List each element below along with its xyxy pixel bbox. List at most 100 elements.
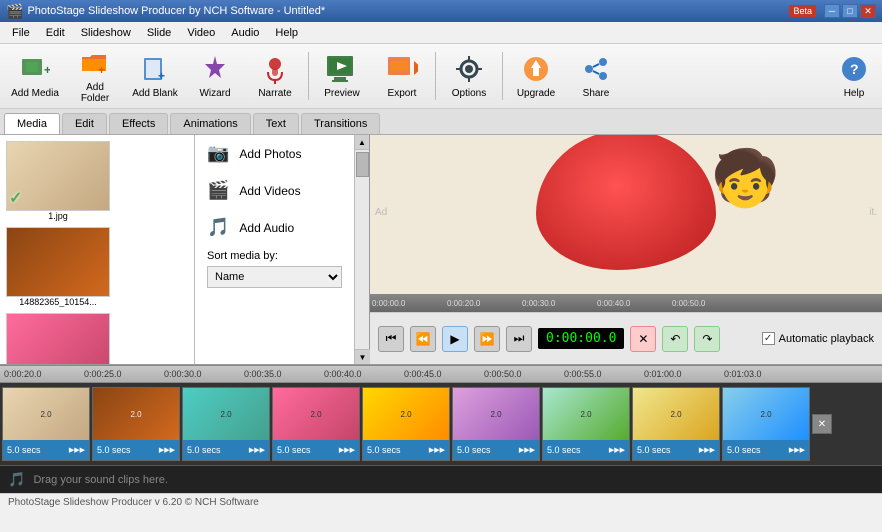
tab-text[interactable]: Text	[253, 113, 299, 134]
narrate-button[interactable]: Narrate	[246, 48, 304, 104]
redo-button[interactable]: ↷	[694, 326, 720, 352]
tab-media[interactable]: Media	[4, 113, 60, 134]
status-bar: PhotoStage Slideshow Producer v 6.20 © N…	[0, 493, 882, 511]
skip-start-button[interactable]: ⏮	[378, 326, 404, 352]
audio-drop-label: Drag your sound clips here.	[33, 474, 168, 486]
share-button[interactable]: Share	[567, 48, 625, 104]
menu-file[interactable]: File	[4, 24, 38, 42]
media-item-label: 14882365_10154...	[6, 297, 110, 307]
maximize-button[interactable]: □	[842, 4, 858, 18]
panel-scroll-up-btn[interactable]: ▲	[354, 135, 369, 150]
auto-playback-checkbox[interactable]	[762, 332, 775, 345]
media-item[interactable]: ✓ 1.jpg	[4, 139, 112, 223]
rewind-button[interactable]: ⏪	[410, 326, 436, 352]
clip-info-bar: 5.0 secs ▶▶▶	[543, 440, 629, 460]
clip-duration: 5.0 secs	[97, 445, 131, 455]
preview-icon	[326, 53, 358, 85]
add-videos-button[interactable]: 🎬 Add Videos	[195, 172, 354, 209]
tab-animations[interactable]: Animations	[170, 113, 250, 134]
scrollbar-thumb[interactable]	[356, 152, 369, 177]
sort-select[interactable]: Name Date Size Type	[207, 266, 342, 288]
toolbar-separator-1	[308, 52, 309, 100]
clip-marker: ▶▶▶	[519, 446, 535, 454]
stop-button[interactable]: ✕	[630, 326, 656, 352]
clip-thumbnail: 2.0	[723, 388, 809, 440]
sort-label: Sort media by:	[195, 246, 354, 266]
preview-label: Preview	[324, 88, 360, 99]
play-button[interactable]: ▶	[442, 326, 468, 352]
tab-edit[interactable]: Edit	[62, 113, 107, 134]
fast-forward-button[interactable]: ⏩	[474, 326, 500, 352]
media-thumb	[6, 227, 110, 297]
timeline-clip[interactable]: 2.0 5.0 secs ▶▶▶	[722, 387, 810, 461]
add-media-button[interactable]: + Add Media	[6, 48, 64, 104]
timeline-track: 2.0 5.0 secs ▶▶▶ 2.0 5.0 secs ▶▶▶ 2.0 5.…	[0, 383, 882, 465]
timeline-clip[interactable]: 2.0 5.0 secs ▶▶▶	[182, 387, 270, 461]
upgrade-label: Upgrade	[517, 88, 555, 99]
preview-button[interactable]: Preview	[313, 48, 371, 104]
skip-end-button[interactable]: ⏭	[506, 326, 532, 352]
media-item[interactable]: 14882365_10154...	[4, 225, 112, 309]
add-media-icon: +	[19, 53, 51, 85]
timeline-clip[interactable]: 2.0 5.0 secs ▶▶▶	[542, 387, 630, 461]
menu-slideshow[interactable]: Slideshow	[73, 24, 139, 42]
toolbar-separator-2	[435, 52, 436, 100]
add-folder-button[interactable]: + Add Folder	[66, 48, 124, 104]
clip-marker: ▶▶▶	[69, 446, 85, 454]
beta-badge: Beta	[789, 5, 816, 17]
auto-playback-control: Automatic playback	[762, 332, 874, 345]
add-photos-button[interactable]: 📷 Add Photos	[195, 135, 354, 172]
export-button[interactable]: Export	[373, 48, 431, 104]
options-label: Options	[452, 88, 486, 99]
clip-duration: 5.0 secs	[7, 445, 41, 455]
minimize-button[interactable]: ─	[824, 4, 840, 18]
wizard-button[interactable]: Wizard	[186, 48, 244, 104]
upgrade-icon	[520, 53, 552, 85]
add-media-label: Add Media	[11, 88, 59, 99]
tab-effects[interactable]: Effects	[109, 113, 168, 134]
timeline-clip[interactable]: 2.0 5.0 secs ▶▶▶	[452, 387, 540, 461]
timeline-clip[interactable]: 2.0 5.0 secs ▶▶▶	[362, 387, 450, 461]
window-title: PhotoStage Slideshow Producer by NCH Sof…	[27, 5, 325, 17]
svg-text:?: ?	[850, 61, 859, 77]
wizard-icon	[199, 53, 231, 85]
close-button[interactable]: ✕	[860, 4, 876, 18]
undo-button[interactable]: ↶	[662, 326, 688, 352]
media-item[interactable]: IMG_20130621_01...	[4, 311, 112, 364]
add-blank-button[interactable]: + Add Blank	[126, 48, 184, 104]
clip-marker: ▶▶▶	[699, 446, 715, 454]
timeline-clip[interactable]: 2.0 5.0 secs ▶▶▶	[272, 387, 360, 461]
export-label: Export	[388, 88, 417, 99]
media-panel: ✓ 1.jpg 14882365_10154... IMG_20130621_0…	[0, 135, 370, 364]
options-icon	[453, 53, 485, 85]
panel-scroll-down-btn[interactable]: ▼	[355, 349, 370, 364]
timeline-clip[interactable]: 2.0 5.0 secs ▶▶▶	[92, 387, 180, 461]
add-audio-button[interactable]: 🎵 Add Audio	[195, 209, 354, 246]
menu-slide[interactable]: Slide	[139, 24, 179, 42]
add-audio-icon: 🎵	[207, 217, 229, 238]
app-icon: 🎬	[6, 3, 23, 20]
clip-marker: ▶▶▶	[609, 446, 625, 454]
upgrade-button[interactable]: Upgrade	[507, 48, 565, 104]
time-display: 0:00:00.0	[538, 328, 624, 349]
delete-clip-button[interactable]: ✕	[812, 414, 832, 434]
share-icon	[580, 53, 612, 85]
menu-video[interactable]: Video	[179, 24, 223, 42]
menu-edit[interactable]: Edit	[38, 24, 73, 42]
status-text: PhotoStage Slideshow Producer v 6.20 © N…	[8, 497, 259, 508]
clip-info-bar: 5.0 secs ▶▶▶	[723, 440, 809, 460]
timeline-ruler: 0:00:20.0 0:00:25.0 0:00:30.0 0:00:35.0 …	[0, 365, 882, 383]
clip-info-bar: 5.0 secs ▶▶▶	[363, 440, 449, 460]
narrate-label: Narrate	[258, 88, 291, 99]
tab-transitions[interactable]: Transitions	[301, 113, 380, 134]
timeline-clip[interactable]: 2.0 5.0 secs ▶▶▶	[632, 387, 720, 461]
export-icon	[386, 53, 418, 85]
timeline-clip[interactable]: 2.0 5.0 secs ▶▶▶	[2, 387, 90, 461]
help-button[interactable]: ? Help	[832, 48, 876, 104]
audio-track: 🎵 Drag your sound clips here.	[0, 465, 882, 493]
menu-help[interactable]: Help	[267, 24, 306, 42]
add-audio-label: Add Audio	[239, 221, 294, 235]
options-button[interactable]: Options	[440, 48, 498, 104]
svg-text:+: +	[98, 63, 105, 77]
menu-audio[interactable]: Audio	[223, 24, 267, 42]
